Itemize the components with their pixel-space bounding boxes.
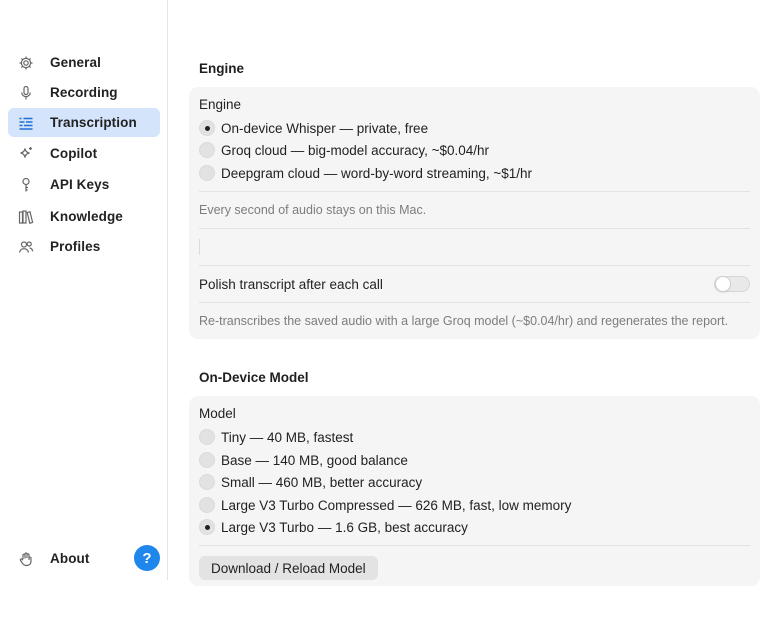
- engine-option-whisper[interactable]: On-device Whisper — private, free: [199, 118, 428, 138]
- model-option-label: Tiny — 40 MB, fastest: [221, 429, 354, 445]
- people-icon: [17, 238, 35, 256]
- divider: [199, 545, 750, 546]
- divider: [199, 191, 750, 192]
- sidebar-item-label: Profiles: [50, 239, 101, 254]
- model-option-small[interactable]: Small — 460 MB, better accuracy: [199, 472, 422, 492]
- sidebar-item-knowledge[interactable]: Knowledge: [8, 202, 160, 231]
- hand-wave-icon: [17, 550, 35, 568]
- transcript-lines-icon: [17, 114, 35, 132]
- microphone-icon: [17, 84, 35, 102]
- sidebar-item-copilot[interactable]: Copilot: [8, 139, 160, 168]
- sidebar-item-transcription[interactable]: Transcription: [8, 108, 160, 137]
- download-reload-model-button[interactable]: Download / Reload Model: [199, 556, 378, 580]
- model-option-tiny[interactable]: Tiny — 40 MB, fastest: [199, 427, 353, 447]
- engine-option-label: On-device Whisper — private, free: [221, 120, 429, 136]
- section-title-engine: Engine: [199, 61, 245, 76]
- model-option-large-v3-turbo[interactable]: Large V3 Turbo — 1.6 GB, best accuracy: [199, 517, 468, 537]
- model-option-label: Base — 140 MB, good balance: [221, 452, 408, 468]
- model-card-title: Model: [199, 406, 236, 421]
- sidebar-item-label: General: [50, 55, 101, 70]
- sparkle-icon: [17, 145, 35, 163]
- sidebar-item-recording[interactable]: Recording: [8, 78, 160, 107]
- model-option-base[interactable]: Base — 140 MB, good balance: [199, 450, 408, 470]
- sidebar-item-label: Copilot: [50, 146, 98, 161]
- sidebar-item-api-keys[interactable]: API Keys: [8, 170, 160, 199]
- sidebar-item-general[interactable]: General: [8, 48, 160, 77]
- radio-unselected[interactable]: [199, 142, 215, 158]
- model-option-label: Large V3 Turbo Compressed — 626 MB, fast…: [221, 497, 572, 513]
- radio-selected[interactable]: [199, 120, 215, 136]
- model-option-label: Small — 460 MB, better accuracy: [221, 474, 423, 490]
- key-icon: [17, 176, 35, 194]
- sidebar-item-about[interactable]: About: [8, 544, 118, 573]
- radio-unselected[interactable]: [199, 165, 215, 181]
- polish-toggle[interactable]: [714, 276, 750, 292]
- polish-label: Polish transcript after each call: [199, 277, 383, 292]
- section-title-model: On-Device Model: [199, 370, 309, 385]
- sidebar-item-label: Transcription: [50, 115, 137, 130]
- books-icon: [17, 208, 35, 226]
- polish-note: Re-transcribes the saved audio with a la…: [199, 314, 729, 328]
- engine-card-title: Engine: [199, 97, 242, 112]
- radio-selected[interactable]: [199, 519, 215, 535]
- model-option-label: Large V3 Turbo — 1.6 GB, best accuracy: [221, 519, 468, 535]
- radio-unselected[interactable]: [199, 429, 215, 445]
- radio-unselected[interactable]: [199, 497, 215, 513]
- engine-card: Engine On-device Whisper — private, free…: [189, 87, 760, 339]
- engine-option-groq[interactable]: Groq cloud — big-model accuracy, ~$0.04/…: [199, 140, 489, 160]
- divider: [199, 265, 750, 266]
- engine-option-deepgram[interactable]: Deepgram cloud — word-by-word streaming,…: [199, 163, 532, 183]
- model-card: Model Tiny — 40 MB, fastest Base — 140 M…: [189, 396, 760, 586]
- sidebar: General Recording Transcription Copilot …: [0, 0, 168, 580]
- sidebar-item-label: About: [50, 551, 90, 566]
- sidebar-item-profiles[interactable]: Profiles: [8, 232, 160, 261]
- divider: [199, 302, 750, 303]
- radio-unselected[interactable]: [199, 452, 215, 468]
- sidebar-item-label: Knowledge: [50, 209, 123, 224]
- engine-option-label: Deepgram cloud — word-by-word streaming,…: [221, 165, 533, 181]
- sidebar-item-label: Recording: [50, 85, 118, 100]
- engine-note: Every second of audio stays on this Mac.: [199, 203, 427, 217]
- sidebar-item-label: API Keys: [50, 177, 110, 192]
- empty-field: [199, 239, 200, 255]
- radio-unselected[interactable]: [199, 474, 215, 490]
- model-option-large-v3-turbo-compressed[interactable]: Large V3 Turbo Compressed — 626 MB, fast…: [199, 495, 571, 515]
- help-button[interactable]: ?: [134, 545, 160, 571]
- engine-option-label: Groq cloud — big-model accuracy, ~$0.04/…: [221, 142, 490, 158]
- toggle-knob: [715, 276, 731, 292]
- divider: [199, 228, 750, 229]
- gear-icon: [17, 54, 35, 72]
